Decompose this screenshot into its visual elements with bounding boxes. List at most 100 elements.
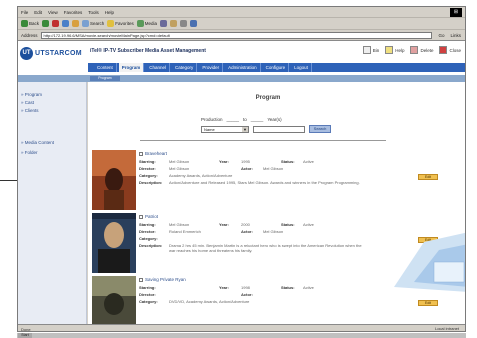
sidebar-item-label: Program (24, 92, 43, 97)
movie-title-text: Saving Private Ryan (145, 277, 186, 282)
forward-arrow-icon[interactable] (42, 20, 50, 27)
category-label: Category: (139, 173, 158, 178)
close-icon (439, 46, 448, 54)
sidebar-item-clients[interactable]: » Clients (21, 108, 39, 113)
to-label: to (243, 117, 247, 122)
search-labels: Production _____ to _____ Year(s) (201, 117, 282, 122)
starring-label: Starring: (139, 222, 156, 227)
director-value: Roland Emmerich (169, 229, 201, 234)
year-label: Year: (219, 285, 229, 290)
year-to-field[interactable]: _____ (251, 117, 264, 122)
menu-help[interactable]: Help (105, 10, 114, 15)
sidebar-item-label: Folder (24, 150, 38, 155)
browser-toolbar: Back Search Favorites Media (18, 18, 465, 30)
bin-link[interactable]: Bin (362, 46, 379, 54)
tab-program[interactable]: Program (118, 63, 145, 72)
starring-row: Starring: Mel Gibson Year: 2000 Status: Activ… (139, 222, 314, 227)
back-button[interactable]: Back (21, 20, 39, 27)
description-value: Action/Adventure and Released 1995, Star… (169, 180, 360, 185)
media-button[interactable]: Media (136, 20, 157, 27)
category-value: DVD/VD, Academy Awards, Action/Adventure (169, 299, 250, 304)
close-link[interactable]: Close (439, 46, 461, 54)
search-input[interactable] (253, 125, 305, 133)
back-label: Back (29, 21, 40, 26)
movie-checkbox[interactable] (139, 151, 143, 156)
home-icon[interactable] (72, 20, 80, 27)
tab-category[interactable]: Category (172, 63, 198, 72)
stop-icon[interactable] (52, 20, 60, 27)
star-icon (107, 20, 115, 27)
help-link[interactable]: Help (385, 46, 404, 54)
year-value: 2000 (241, 222, 250, 227)
movie-info: Saving Private Ryan Starring: Year: 1998 St… (139, 276, 401, 324)
year-label: Year(s) (267, 117, 282, 122)
sidebar-item-folder[interactable]: » Folder (21, 150, 38, 155)
movie-poster[interactable] (92, 213, 136, 273)
edit-icon[interactable] (190, 20, 198, 27)
category-row: Category: Academy Awards, Action/Adventur… (139, 173, 232, 178)
refresh-icon[interactable] (62, 20, 70, 27)
tab-provider[interactable]: Provider (199, 63, 224, 72)
app-header: UT UTSTARCOM iTel® IP-TV Subscriber Medi… (18, 41, 465, 75)
actor-value: Mel Gibson (263, 166, 284, 171)
print-icon[interactable] (180, 20, 188, 27)
links-button[interactable]: Links (450, 33, 465, 38)
director-label: Director: (139, 166, 156, 171)
year-label: Year: (219, 159, 229, 164)
tab-logout[interactable]: Logout (291, 63, 312, 72)
search-field-select[interactable]: Name ▼ (201, 125, 249, 133)
sidebar: » Program » Cast » Clients » Media Conte… (18, 82, 87, 324)
sidebar-item-media-content[interactable]: » Media Content (21, 140, 54, 145)
description-label: Description: (139, 180, 163, 185)
tab-content[interactable]: Content (94, 63, 117, 72)
director-label: Director: (139, 229, 156, 234)
edit-button[interactable]: Edit (418, 300, 438, 306)
starring-label: Starring: (139, 159, 156, 164)
movie-poster[interactable] (92, 150, 136, 210)
starring-label: Starring: (139, 285, 156, 290)
menu-tools[interactable]: Tools (88, 10, 99, 15)
address-input[interactable]: http://172.19.96.6/MSA/movie-search/movi… (40, 31, 433, 39)
status-value: Active (303, 285, 314, 290)
tab-configure[interactable]: Configure (263, 63, 290, 72)
actor-label: Actor: (241, 166, 253, 171)
tab-channel[interactable]: Channel (146, 63, 171, 72)
select-value: Name (204, 126, 215, 132)
decorative-graphic (394, 232, 465, 292)
go-button[interactable]: Go (435, 33, 447, 38)
menu-edit[interactable]: Edit (34, 10, 42, 15)
delete-label: Delete (420, 47, 434, 53)
history-icon[interactable] (160, 20, 168, 27)
windows-logo-icon: ⊞ (450, 8, 462, 17)
movie-info: Braveheart Starring: Mel Gibson Year: 1995 S… (139, 150, 401, 210)
start-button[interactable]: Start (18, 333, 32, 338)
menu-file[interactable]: File (21, 10, 28, 15)
search-button[interactable]: Search (82, 20, 104, 27)
close-label: Close (449, 47, 461, 53)
menu-view[interactable]: View (48, 10, 58, 15)
actor-value: Mel Gibson (263, 229, 284, 234)
movie-title[interactable]: Patriot (139, 214, 158, 219)
movie-title[interactable]: Braveheart (139, 151, 167, 156)
tab-administration[interactable]: Administration (225, 63, 261, 72)
movie-title[interactable]: Saving Private Ryan (139, 277, 186, 282)
year-label: Year: (219, 222, 229, 227)
movie-checkbox[interactable] (139, 277, 143, 282)
year-from-field[interactable]: _____ (227, 117, 240, 122)
browser-window: File Edit View Favorites Tools Help ⊞ Ba… (17, 6, 466, 332)
movie-checkbox[interactable] (139, 214, 143, 219)
favorites-button[interactable]: Favorites (107, 20, 134, 27)
status-value: Active (303, 222, 314, 227)
edit-button[interactable]: Edit (418, 174, 438, 180)
sidebar-item-program[interactable]: » Program (21, 92, 42, 97)
sidebar-item-cast[interactable]: » Cast (21, 100, 34, 105)
category-label: Category: (139, 236, 158, 241)
delete-link[interactable]: Delete (410, 46, 433, 54)
search-submit-button[interactable]: Search (309, 125, 331, 133)
movie-poster[interactable] (92, 276, 136, 324)
year-value: 1995 (241, 159, 250, 164)
menu-favorites[interactable]: Favorites (64, 10, 83, 15)
favorites-label: Favorites (115, 21, 134, 26)
director-row: Director: Actor: (139, 292, 263, 297)
mail-icon[interactable] (170, 20, 178, 27)
